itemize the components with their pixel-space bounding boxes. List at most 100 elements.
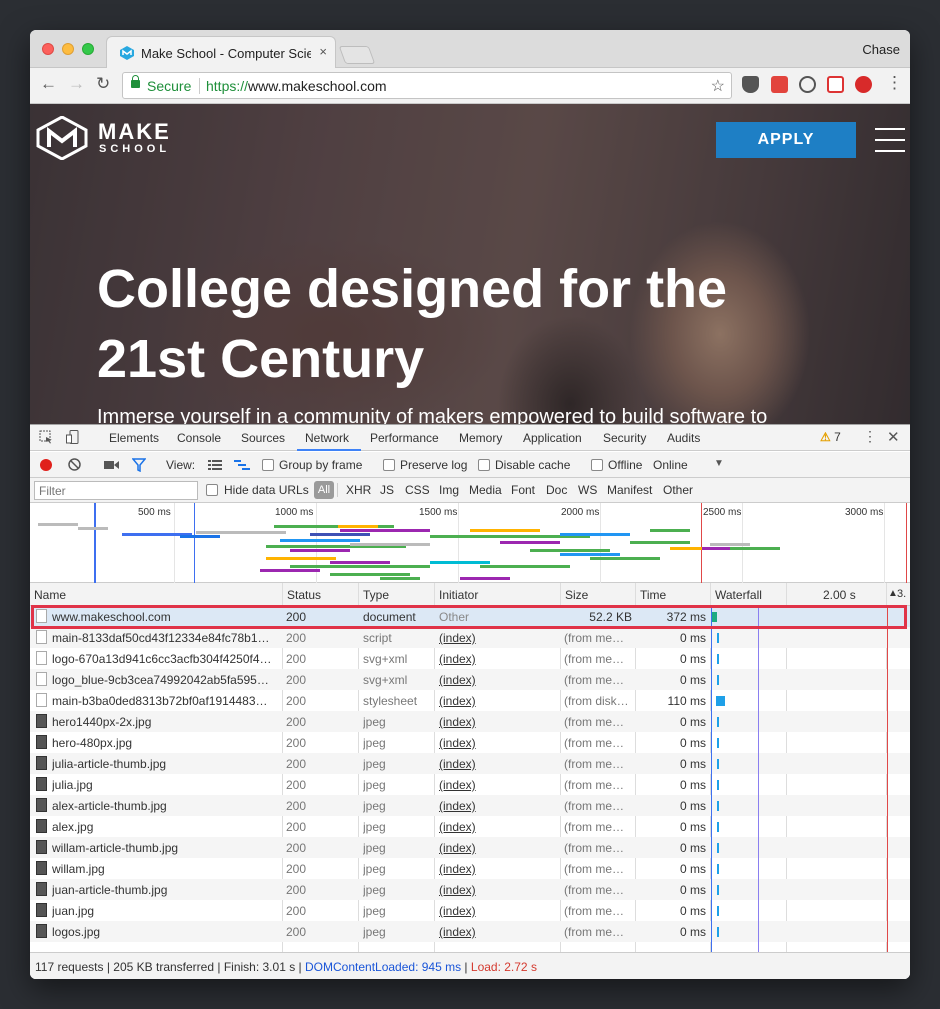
clear-icon[interactable] (68, 458, 81, 471)
tab-audits[interactable]: Audits (667, 431, 700, 445)
request-initiator[interactable]: (index) (439, 925, 557, 939)
table-row[interactable]: alex-article-thumb.jpg 200 jpeg (index) (fro… (30, 795, 910, 816)
request-initiator[interactable]: (index) (439, 715, 557, 729)
table-row[interactable]: logo-670a13d941c6cc3acfb304f4250f4… 200 sv… (30, 648, 910, 669)
column-initiator-header[interactable]: Initiator (439, 588, 478, 602)
tab-application[interactable]: Application (523, 431, 582, 445)
browser-tab[interactable]: Make School - Computer Scien × (106, 36, 336, 68)
apply-button[interactable]: APPLY (716, 122, 856, 158)
profile-name[interactable]: Chase (862, 42, 900, 57)
address-bar[interactable]: Secure https://www.makeschool.com ☆ (122, 72, 732, 99)
close-window-button[interactable] (42, 43, 54, 55)
tab-performance[interactable]: Performance (370, 431, 439, 445)
type-filter-xhr[interactable]: XHR (346, 483, 371, 497)
type-filter-manifest[interactable]: Manifest (607, 483, 652, 497)
type-filter-all[interactable]: All (314, 481, 334, 499)
group-by-frame-checkbox[interactable] (262, 459, 274, 471)
request-initiator[interactable]: (index) (439, 652, 557, 666)
onepassword-extension-icon[interactable] (799, 76, 816, 93)
table-row[interactable]: juan-article-thumb.jpg 200 jpeg (index) (fro… (30, 879, 910, 900)
vue-extension-icon[interactable] (855, 76, 872, 93)
table-row[interactable]: logos.jpg 200 jpeg (index) (from me… 0 ms (30, 921, 910, 942)
type-filter-css[interactable]: CSS (405, 483, 430, 497)
filter-input[interactable] (34, 481, 198, 500)
table-row[interactable]: hero-480px.jpg 200 jpeg (index) (from me… 0 m… (30, 732, 910, 753)
column-size-header[interactable]: Size (565, 588, 588, 602)
url-text[interactable]: https://www.makeschool.com (206, 78, 387, 94)
type-filter-font[interactable]: Font (511, 483, 535, 497)
table-row[interactable]: main-b3ba0ded8313b72bf0af1914483… 200 styl… (30, 690, 910, 711)
table-row[interactable]: julia-article-thumb.jpg 200 jpeg (index) (fr… (30, 753, 910, 774)
minimize-window-button[interactable] (62, 43, 74, 55)
device-toolbar-icon[interactable] (66, 430, 80, 444)
back-arrow-icon[interactable]: ← (40, 74, 57, 94)
bookmark-star-icon[interactable]: ☆ (711, 76, 725, 96)
request-initiator[interactable]: (index) (439, 799, 557, 813)
tab-network[interactable]: Network (305, 431, 349, 445)
makeschool-logo-icon[interactable] (36, 116, 88, 160)
table-row[interactable]: julia.jpg 200 jpeg (index) (from me… 0 ms (30, 774, 910, 795)
large-rows-icon[interactable] (208, 459, 222, 471)
stack-extension-icon[interactable] (771, 76, 788, 93)
table-row[interactable]: willam.jpg 200 jpeg (index) (from me… 0 ms (30, 858, 910, 879)
column-type-header[interactable]: Type (363, 588, 389, 602)
request-initiator[interactable]: (index) (439, 631, 557, 645)
table-row[interactable]: main-8133daf50cd43f12334e84fc78b1… 200 scr… (30, 627, 910, 648)
type-filter-other[interactable]: Other (663, 483, 693, 497)
devtools-menu-icon[interactable]: ⋮ (863, 428, 877, 445)
column-waterfall-header[interactable]: Waterfall (715, 588, 762, 602)
type-filter-ws[interactable]: WS (578, 483, 597, 497)
record-icon[interactable] (40, 459, 52, 471)
preserve-log-checkbox[interactable] (383, 459, 395, 471)
network-overview[interactable]: 500 ms 1000 ms 1500 ms 2000 ms 2500 ms 3… (30, 503, 910, 583)
type-filter-doc[interactable]: Doc (546, 483, 567, 497)
cross-extension-icon[interactable] (827, 76, 844, 93)
table-row[interactable]: logo_blue-9cb3cea74992042ab5fa595… 200 svg… (30, 669, 910, 690)
filter-funnel-icon[interactable] (132, 458, 146, 472)
request-initiator[interactable]: (index) (439, 862, 557, 876)
overview-waterfall-icon[interactable] (234, 459, 250, 471)
chrome-menu-icon[interactable]: ⋮ (886, 73, 903, 93)
maximize-window-button[interactable] (82, 43, 94, 55)
screenshot-video-icon[interactable] (104, 459, 119, 471)
tab-security[interactable]: Security (603, 431, 646, 445)
column-status-header[interactable]: Status (287, 588, 321, 602)
request-initiator[interactable]: (index) (439, 904, 557, 918)
type-filter-media[interactable]: Media (469, 483, 502, 497)
throttling-select[interactable]: Online (653, 458, 688, 472)
dom-content-loaded-time: DOMContentLoaded: 945 ms (305, 960, 462, 974)
tab-console[interactable]: Console (177, 431, 221, 445)
reload-icon[interactable]: ↻ (96, 74, 110, 94)
request-initiator[interactable]: (index) (439, 673, 557, 687)
table-row[interactable]: alex.jpg 200 jpeg (index) (from me… 0 ms (30, 816, 910, 837)
request-initiator[interactable]: (index) (439, 778, 557, 792)
request-initiator[interactable]: (index) (439, 757, 557, 771)
request-initiator[interactable]: (index) (439, 694, 557, 708)
forward-arrow-icon[interactable]: → (68, 74, 85, 94)
request-initiator[interactable]: (index) (439, 841, 557, 855)
chevron-down-icon[interactable]: ▼ (714, 458, 724, 469)
hide-data-urls-checkbox[interactable] (206, 484, 218, 496)
column-name-header[interactable]: Name (34, 588, 66, 602)
tab-close-icon[interactable]: × (319, 44, 327, 59)
type-filter-js[interactable]: JS (380, 483, 394, 497)
tab-elements[interactable]: Elements (109, 431, 159, 445)
table-row[interactable]: juan.jpg 200 jpeg (index) (from me… 0 ms (30, 900, 910, 921)
warnings-counter[interactable]: ⚠ 7 (820, 430, 841, 444)
hamburger-menu-icon[interactable] (875, 128, 905, 152)
type-filter-img[interactable]: Img (439, 483, 459, 497)
disable-cache-checkbox[interactable] (478, 459, 490, 471)
pocket-extension-icon[interactable] (742, 76, 759, 93)
new-tab-button[interactable] (338, 46, 376, 64)
table-row[interactable]: willam-article-thumb.jpg 200 jpeg (index) (f… (30, 837, 910, 858)
request-initiator[interactable]: (index) (439, 820, 557, 834)
tab-sources[interactable]: Sources (241, 431, 285, 445)
request-initiator[interactable]: (index) (439, 883, 557, 897)
table-row[interactable]: hero1440px-2x.jpg 200 jpeg (index) (from me…… (30, 711, 910, 732)
request-initiator[interactable]: (index) (439, 736, 557, 750)
column-time-header[interactable]: Time (640, 588, 666, 602)
tab-memory[interactable]: Memory (459, 431, 502, 445)
devtools-close-icon[interactable]: ✕ (887, 428, 900, 446)
offline-checkbox[interactable] (591, 459, 603, 471)
inspect-element-icon[interactable] (39, 430, 53, 444)
